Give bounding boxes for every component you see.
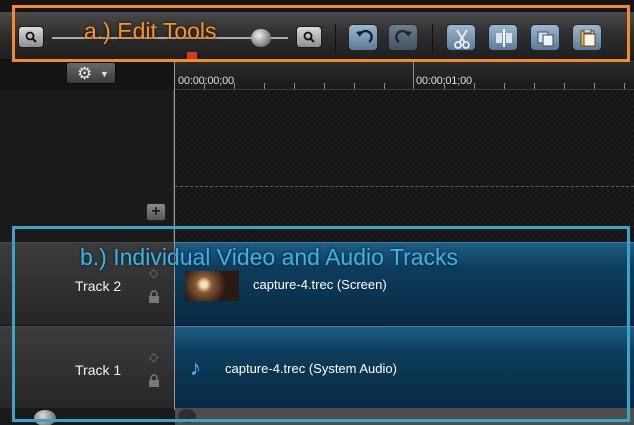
empty-track-area[interactable] bbox=[175, 90, 634, 242]
track-drop-line bbox=[175, 186, 634, 187]
time-ruler[interactable]: 00:00:00;00 00:00:01;00 bbox=[174, 60, 634, 90]
ruler-minor-tick bbox=[354, 83, 355, 89]
gear-icon: ⚙ bbox=[77, 64, 93, 83]
ruler-timecode: 00:00:00;00 bbox=[178, 75, 234, 87]
ruler-minor-tick bbox=[234, 83, 235, 89]
ruler-minor-tick bbox=[564, 83, 565, 89]
ruler-major-tick bbox=[413, 61, 414, 89]
chevron-down-icon: ▼ bbox=[100, 69, 109, 79]
ruler-timecode: 00:00:01;00 bbox=[416, 75, 472, 87]
ruler-minor-tick bbox=[534, 83, 535, 89]
ruler-minor-tick bbox=[624, 83, 625, 89]
ruler-minor-tick bbox=[594, 83, 595, 89]
ruler-minor-tick bbox=[384, 83, 385, 89]
annotation-label-tracks: b.) Individual Video and Audio Tracks bbox=[80, 244, 459, 270]
ruler-minor-tick bbox=[474, 83, 475, 89]
annotation-label-edit-tools: a.) Edit Tools bbox=[84, 18, 217, 44]
ruler-minor-tick bbox=[324, 83, 325, 89]
ruler-minor-tick bbox=[264, 83, 265, 89]
add-track-button[interactable]: + bbox=[146, 203, 166, 221]
timeline-settings-button[interactable]: ⚙ ▼ bbox=[66, 62, 116, 84]
ruler-minor-tick bbox=[294, 83, 295, 89]
ruler-minor-tick bbox=[504, 83, 505, 89]
